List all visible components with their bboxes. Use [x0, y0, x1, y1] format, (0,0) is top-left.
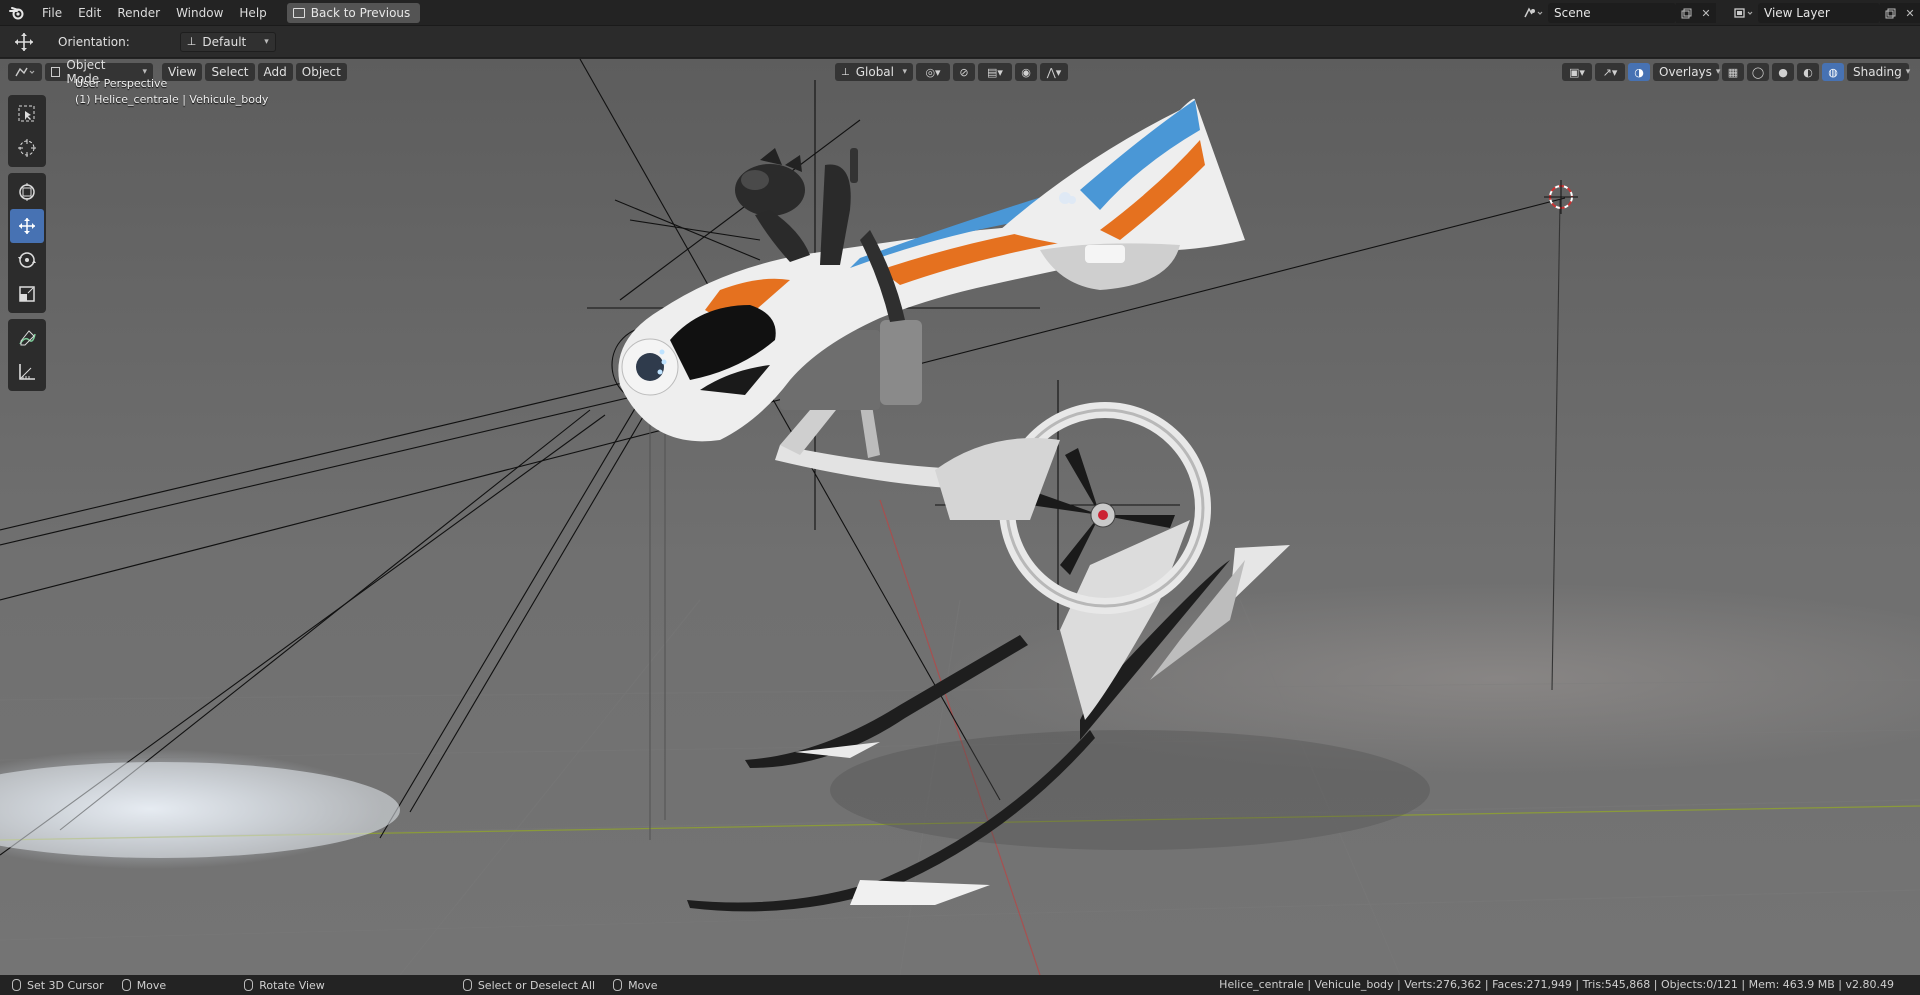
- scene-browse-icon[interactable]: [1518, 3, 1548, 23]
- orientation-value: Default: [202, 34, 247, 49]
- vehicle-shadow: [830, 730, 1430, 850]
- blender-logo-icon[interactable]: [0, 0, 34, 26]
- chevron-down-icon: ▾: [902, 67, 907, 77]
- viewport-info: User Perspective (1) Helice_centrale | V…: [75, 76, 268, 108]
- back-to-previous-button[interactable]: Back to Previous: [286, 2, 421, 23]
- tool-group-select: [8, 95, 46, 167]
- mouse-drag-icon: [121, 979, 131, 991]
- orientation-dropdown[interactable]: ⊥ Default ▾: [179, 31, 276, 52]
- new-view-layer-icon[interactable]: [1880, 3, 1900, 23]
- tool-group-annotate: [8, 319, 46, 391]
- 3d-cursor-icon[interactable]: [1544, 180, 1578, 214]
- overlays-toggle-icon[interactable]: ◑: [1628, 63, 1650, 81]
- scene-statistics: Helice_centrale | Vehicule_body | Verts:…: [1219, 978, 1894, 991]
- viewport-scene[interactable]: [0, 59, 1920, 975]
- status-rotate-view: Rotate View: [244, 979, 325, 992]
- active-object-label: (1) Helice_centrale | Vehicule_body: [75, 93, 269, 106]
- tool-group-transform: [8, 173, 46, 313]
- chevron-down-icon: ▾: [1715, 67, 1721, 77]
- status-rotate-view-label: Rotate View: [259, 978, 325, 992]
- snap-target-icon[interactable]: ▤▾: [978, 63, 1012, 81]
- tool-settings-bar: Orientation: ⊥ Default ▾: [0, 26, 1920, 58]
- scene-name-field[interactable]: Scene: [1548, 3, 1676, 23]
- mouse-middle-icon: [244, 979, 254, 991]
- transform-orientation-dropdown[interactable]: ⊥ Global ▾: [835, 63, 913, 81]
- viewport-header: Object Mode ▾ View Select Add Object ⊥ G…: [0, 59, 1920, 86]
- floor-light-spot: [0, 762, 400, 858]
- status-move: Move: [121, 978, 167, 992]
- falloff-icon[interactable]: ⋀▾: [1040, 63, 1068, 81]
- menu-file[interactable]: File: [34, 0, 70, 26]
- chevron-down-icon: ▾: [1905, 67, 1911, 77]
- shading-dropdown[interactable]: Shading ▾: [1847, 63, 1911, 81]
- mouse-left-icon: [12, 979, 21, 991]
- measure-tool-icon[interactable]: [10, 355, 44, 389]
- editor-type-icon[interactable]: [8, 63, 42, 81]
- orientation-axis-icon: ⊥: [186, 35, 197, 48]
- chevron-down-icon: ▾: [264, 36, 269, 47]
- 3d-viewport[interactable]: Object Mode ▾ View Select Add Object ⊥ G…: [0, 59, 1920, 975]
- perspective-label: User Perspective: [75, 77, 168, 90]
- menu-render[interactable]: Render: [109, 0, 168, 26]
- object-menu[interactable]: Object: [295, 63, 347, 81]
- status-set-cursor-label: Set 3D Cursor: [27, 978, 104, 992]
- overlays-label: Overlays: [1659, 65, 1712, 79]
- transform-tool-icon[interactable]: [10, 175, 44, 209]
- move-tool-icon[interactable]: [0, 32, 48, 52]
- select-box-tool-icon[interactable]: [10, 97, 44, 131]
- proportional-edit-icon[interactable]: ◉: [1015, 63, 1037, 81]
- screen-icon: [292, 7, 305, 18]
- view-layer-field[interactable]: View Layer: [1758, 3, 1880, 23]
- status-move-2: Move: [613, 979, 658, 992]
- status-select-all-label: Select or Deselect All: [477, 978, 596, 992]
- visibility-icon[interactable]: ▣▾: [1562, 63, 1592, 81]
- delete-scene-icon[interactable]: ✕: [1696, 3, 1716, 23]
- new-scene-icon[interactable]: [1676, 3, 1696, 23]
- solid-shading-icon[interactable]: ●: [1772, 63, 1794, 81]
- material-shading-icon[interactable]: ◐: [1797, 63, 1819, 81]
- view-layer-browse-icon[interactable]: [1728, 3, 1758, 23]
- status-select-all: Select or Deselect All: [462, 978, 596, 992]
- status-bar: Set 3D Cursor Move Rotate View Select or…: [0, 975, 1920, 995]
- back-to-previous-label: Back to Previous: [310, 5, 411, 20]
- shading-label: Shading: [1853, 65, 1902, 79]
- pivot-point-icon[interactable]: ◎▾: [916, 63, 950, 81]
- cursor-tool-icon[interactable]: [10, 131, 44, 165]
- annotate-tool-icon[interactable]: [10, 321, 44, 355]
- tool-shelf: [8, 95, 46, 397]
- object-mode-icon: [51, 67, 61, 77]
- top-menu-bar: File Edit Render Window Help Back to Pre…: [0, 0, 1920, 26]
- scale-tool-icon[interactable]: [10, 277, 44, 311]
- rendered-shading-icon[interactable]: ◍: [1822, 63, 1844, 81]
- menu-window[interactable]: Window: [168, 0, 231, 26]
- rotate-tool-icon[interactable]: [10, 243, 44, 277]
- status-move-label: Move: [136, 978, 167, 992]
- status-move-2-label: Move: [628, 978, 658, 992]
- transform-orientation-label: Global: [855, 65, 894, 79]
- overlays-dropdown[interactable]: Overlays ▾: [1653, 63, 1721, 81]
- mouse-right-drag-icon: [613, 979, 623, 991]
- move-tool-icon[interactable]: [10, 209, 44, 243]
- snap-toggle-icon[interactable]: ⊘: [953, 63, 975, 81]
- status-set-cursor: Set 3D Cursor: [12, 979, 104, 992]
- gizmo-icon[interactable]: ↗▾: [1595, 63, 1625, 81]
- delete-view-layer-icon[interactable]: ✕: [1900, 3, 1920, 23]
- orientation-axis-icon: ⊥: [841, 66, 850, 78]
- xray-toggle-icon[interactable]: ▦: [1722, 63, 1744, 81]
- wireframe-shading-icon[interactable]: ◯: [1747, 63, 1769, 81]
- menu-help[interactable]: Help: [231, 0, 274, 26]
- menu-edit[interactable]: Edit: [70, 0, 109, 26]
- orientation-label: Orientation:: [58, 34, 130, 49]
- mouse-right-icon: [462, 979, 472, 991]
